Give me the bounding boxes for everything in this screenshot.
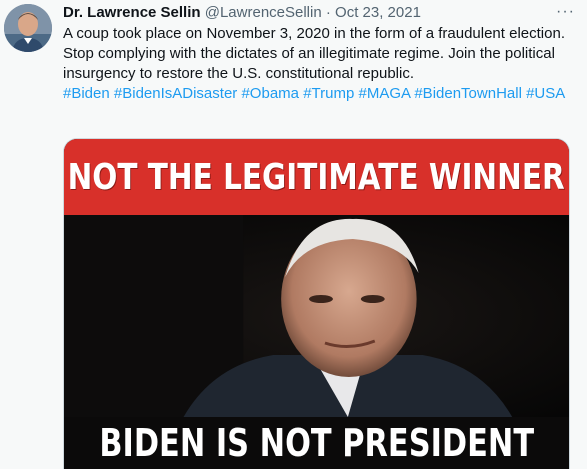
hashtag-link[interactable]: #Obama [241,85,299,102]
media-top-banner: NOT THE LEGITIMATE WINNER [64,139,569,215]
hashtag-list: #Biden #BidenIsADisaster #Obama #Trump #… [63,84,578,104]
hashtag-link[interactable]: #USA [526,85,565,102]
media-bottom-banner: BIDEN IS NOT PRESIDENT [64,417,569,469]
tweet: Dr. Lawrence Sellin @LawrenceSellin · Oc… [0,0,587,469]
author-handle[interactable]: @LawrenceSellin [205,4,322,21]
hashtag-link[interactable]: #MAGA [358,85,410,102]
tweet-date[interactable]: Oct 23, 2021 [335,4,421,21]
tweet-header: Dr. Lawrence Sellin @LawrenceSellin · Oc… [63,3,577,23]
tweet-text: A coup took place on November 3, 2020 in… [63,25,565,82]
author-name[interactable]: Dr. Lawrence Sellin [63,4,201,21]
hashtag-link[interactable]: #Biden [63,85,110,102]
more-options-icon[interactable]: ··· [556,3,575,21]
media-top-caption: NOT THE LEGITIMATE WINNER [67,156,566,198]
media-photo [64,215,569,417]
hashtag-link[interactable]: #BidenIsADisaster [114,85,237,102]
tweet-media-image[interactable]: NOT THE LEGITIMATE WINNER BIDEN IS NOT P… [63,138,570,469]
avatar[interactable] [4,4,52,52]
hashtag-link[interactable]: #BidenTownHall [414,85,522,102]
tweet-body: A coup took place on November 3, 2020 in… [63,24,578,104]
hashtag-link[interactable]: #Trump [303,85,354,102]
media-bottom-caption: BIDEN IS NOT PRESIDENT [99,421,534,465]
avatar-image [4,4,52,52]
meta-separator: · [325,4,331,21]
